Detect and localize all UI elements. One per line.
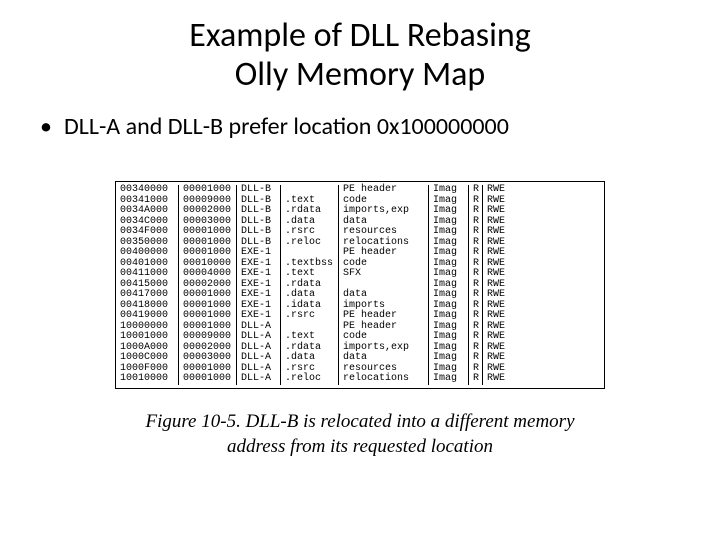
table-row: 1001000000001000DLL-A.relocrelocationsIm… (120, 374, 600, 385)
slide-title: Example of DLL Rebasing Olly Memory Map (40, 16, 680, 94)
figure-caption: Figure 10-5. DLL-B is relocated into a d… (100, 409, 620, 460)
bullet-icon: • (40, 112, 64, 141)
cell-init: RWE (482, 374, 512, 385)
cell-own: DLL-A (236, 374, 280, 385)
cell-acc: R (468, 374, 482, 385)
cell-sec: .reloc (280, 374, 338, 385)
bullet-item: • DLL-A and DLL-B prefer location 0x1000… (40, 112, 680, 141)
cell-size: 00001000 (178, 374, 236, 385)
cell-desc: SFX (338, 269, 428, 280)
bullet-text: DLL-A and DLL-B prefer location 0x100000… (64, 112, 509, 141)
memory-map-table: 0034000000001000DLL-BPE headerImagRRWE00… (115, 181, 605, 389)
cell-sec: .rsrc (280, 311, 338, 322)
cell-desc: relocations (338, 374, 428, 385)
caption-line-1: Figure 10-5. DLL-B is relocated into a d… (145, 411, 574, 432)
cell-sec: .reloc (280, 238, 338, 249)
cell-type: Imag (428, 374, 468, 385)
title-line-1: Example of DLL Rebasing (189, 15, 531, 56)
cell-addr: 10010000 (120, 374, 178, 385)
title-line-2: Olly Memory Map (235, 54, 486, 95)
caption-line-2: address from its requested location (227, 436, 493, 457)
